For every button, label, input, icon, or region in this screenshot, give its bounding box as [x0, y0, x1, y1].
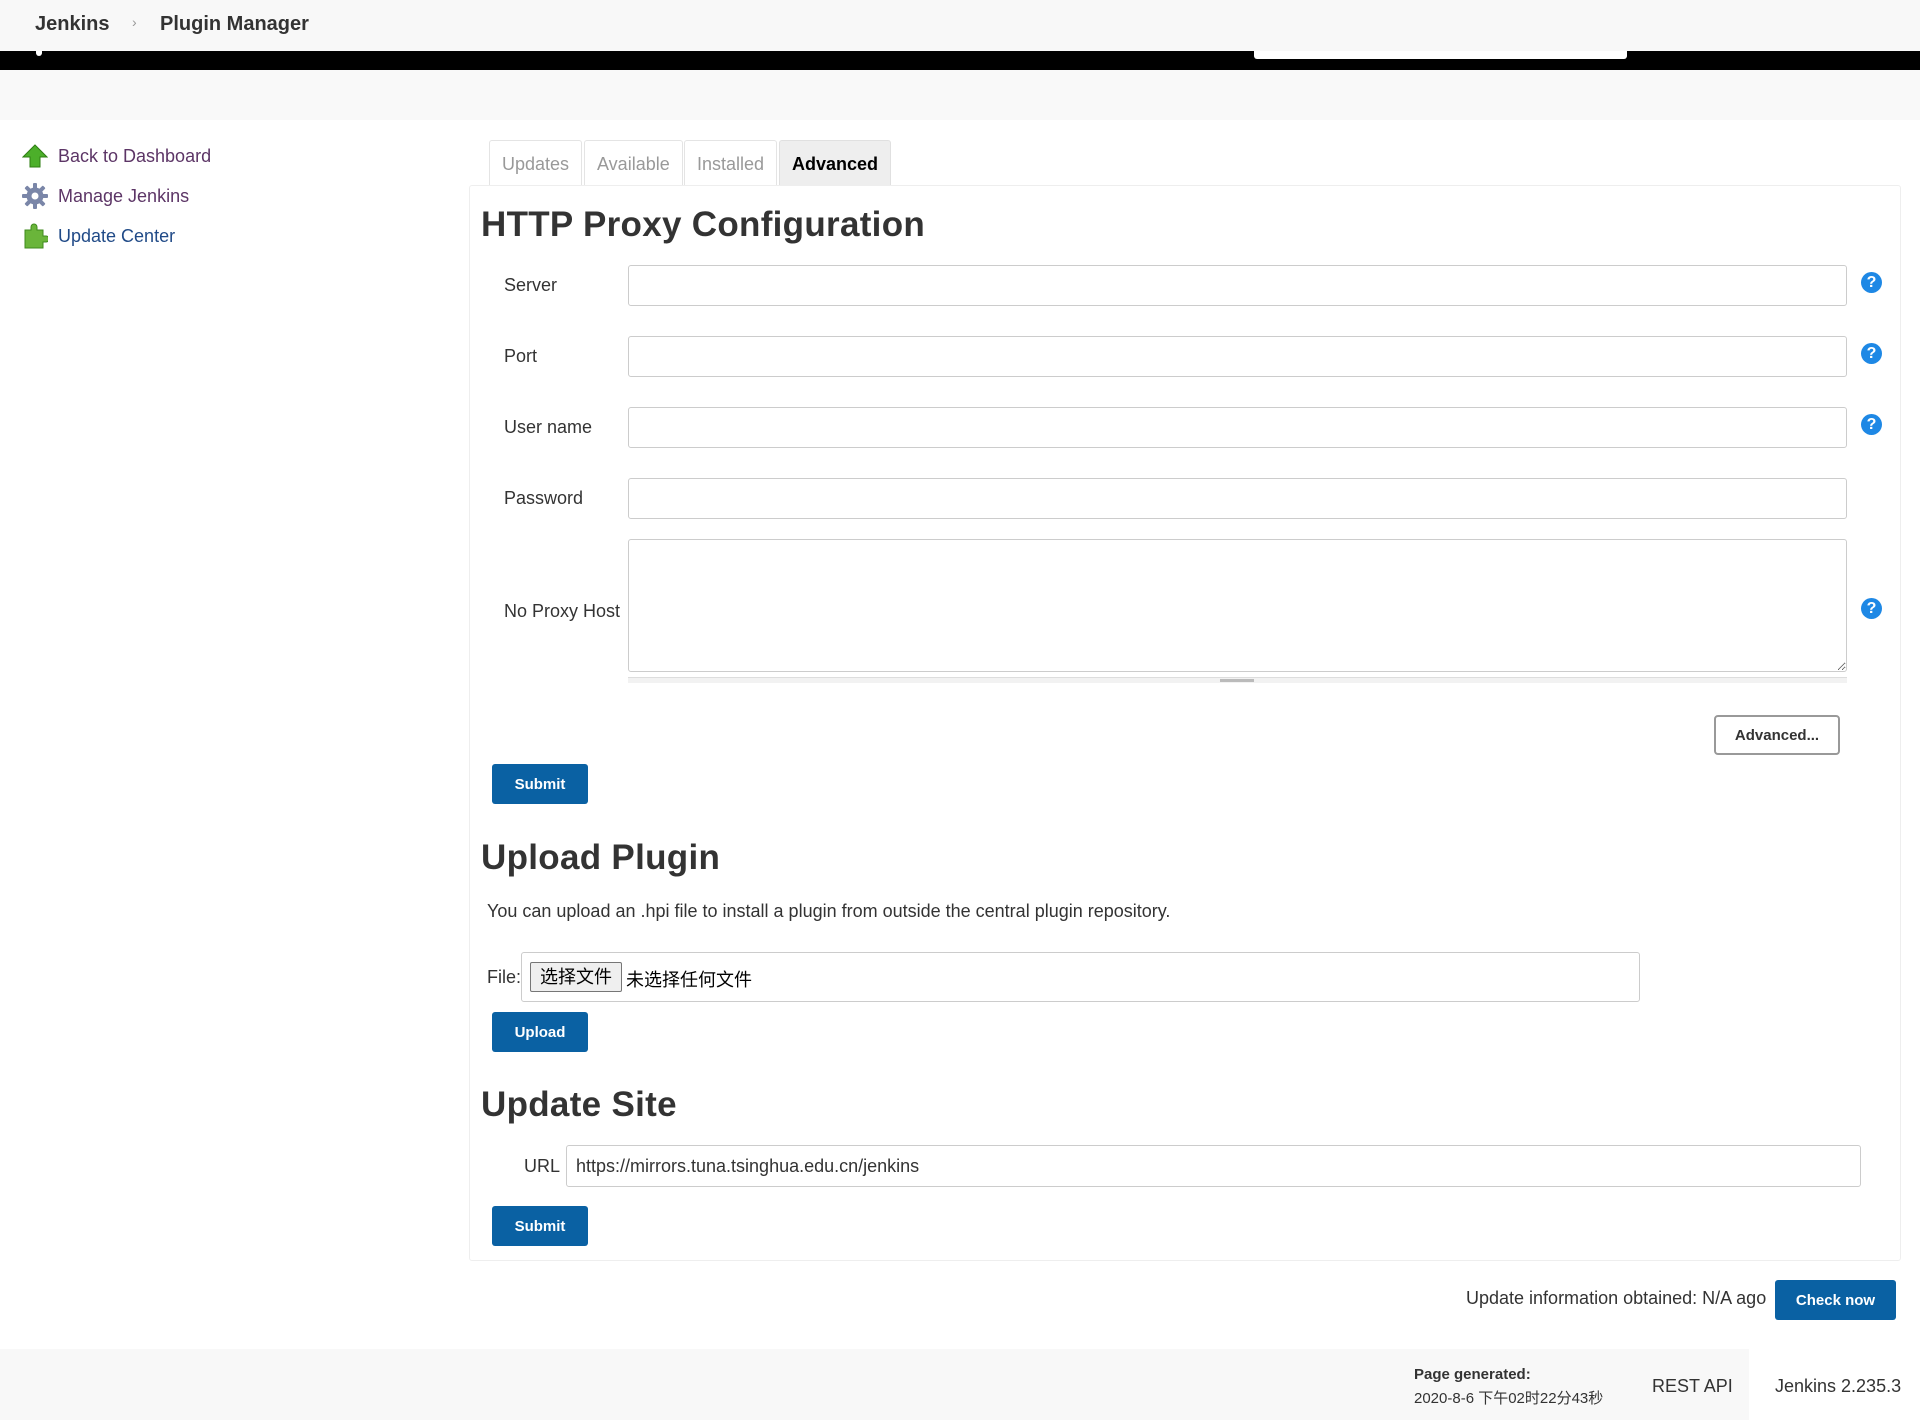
- upload-plugin-title: Upload Plugin: [481, 838, 721, 877]
- tab-installed[interactable]: Installed: [684, 140, 778, 186]
- footer: Page generated: 2020-8-6 下午02时22分43秒 RES…: [0, 1349, 1920, 1420]
- up-arrow-icon: [20, 141, 50, 171]
- tab-advanced[interactable]: Advanced: [779, 140, 892, 186]
- puzzle-icon: [20, 221, 50, 251]
- proxy-submit-button[interactable]: Submit: [492, 764, 588, 804]
- update-info-text: Update information obtained: N/A ago: [1466, 1288, 1767, 1308]
- breadcrumb-plugin-manager-link[interactable]: Plugin Manager: [160, 13, 309, 36]
- breadcrumb: Jenkins › Plugin Manager: [0, 0, 1920, 51]
- http-proxy-title: HTTP Proxy Configuration: [481, 205, 926, 244]
- server-help-icon[interactable]: ?: [1861, 272, 1882, 293]
- username-label: User name: [504, 417, 593, 437]
- port-label: Port: [504, 346, 538, 366]
- jenkins-version-link[interactable]: Jenkins 2.235.3: [1775, 1376, 1901, 1397]
- sidebar-item-manage-jenkins[interactable]: Manage Jenkins: [20, 181, 189, 211]
- update-site-url-input[interactable]: [566, 1145, 1861, 1187]
- url-label: URL: [524, 1156, 561, 1176]
- choose-file-button[interactable]: 选择文件: [530, 962, 622, 992]
- update-site-submit-button[interactable]: Submit: [492, 1206, 588, 1246]
- gear-icon: [20, 181, 50, 211]
- check-now-button[interactable]: Check now: [1775, 1280, 1896, 1320]
- textarea-resize-bar[interactable]: [628, 677, 1847, 683]
- advanced-button[interactable]: Advanced...: [1714, 715, 1840, 755]
- sidebar-item-label: Manage Jenkins: [58, 185, 190, 206]
- file-label: File:: [487, 967, 522, 987]
- chevron-right-icon: ›: [132, 14, 137, 30]
- sidebar-item-label: Back to Dashboard: [58, 145, 212, 166]
- no-proxy-host-label: No Proxy Host: [504, 601, 621, 621]
- header-bar: [0, 51, 1920, 70]
- resize-grip-icon: [1220, 679, 1254, 682]
- password-input[interactable]: [628, 478, 1847, 519]
- no-proxy-host-help-icon[interactable]: ?: [1861, 598, 1882, 619]
- header-search-tab: [1254, 51, 1627, 59]
- update-site-title: Update Site: [481, 1085, 677, 1124]
- page-generated-value: 2020-8-6 下午02时22分43秒: [1414, 1390, 1604, 1407]
- sidebar-item-label: Update Center: [58, 225, 176, 246]
- sidebar-item-update-center[interactable]: Update Center: [20, 221, 175, 251]
- upload-description: You can upload an .hpi file to install a…: [487, 901, 1171, 921]
- no-file-chosen-text: 未选择任何文件: [626, 970, 752, 990]
- server-input[interactable]: [628, 265, 1847, 306]
- tab-updates[interactable]: Updates: [489, 140, 583, 186]
- server-label: Server: [504, 275, 558, 295]
- subheader-band: [0, 70, 1920, 120]
- no-proxy-host-textarea[interactable]: [628, 539, 1847, 672]
- file-input[interactable]: 选择文件 未选择任何文件: [521, 952, 1640, 1002]
- tab-available[interactable]: Available: [584, 140, 683, 186]
- rest-api-link[interactable]: REST API: [1652, 1376, 1733, 1397]
- header-bar-marker: [36, 51, 42, 56]
- port-help-icon[interactable]: ?: [1861, 343, 1882, 364]
- password-label: Password: [504, 488, 584, 508]
- sidebar-item-back-to-dashboard[interactable]: Back to Dashboard: [20, 141, 211, 171]
- port-input[interactable]: [628, 336, 1847, 377]
- username-help-icon[interactable]: ?: [1861, 414, 1882, 435]
- username-input[interactable]: [628, 407, 1847, 448]
- breadcrumb-jenkins-link[interactable]: Jenkins: [35, 13, 109, 36]
- page-generated-label: Page generated:: [1414, 1366, 1531, 1383]
- upload-button[interactable]: Upload: [492, 1012, 588, 1052]
